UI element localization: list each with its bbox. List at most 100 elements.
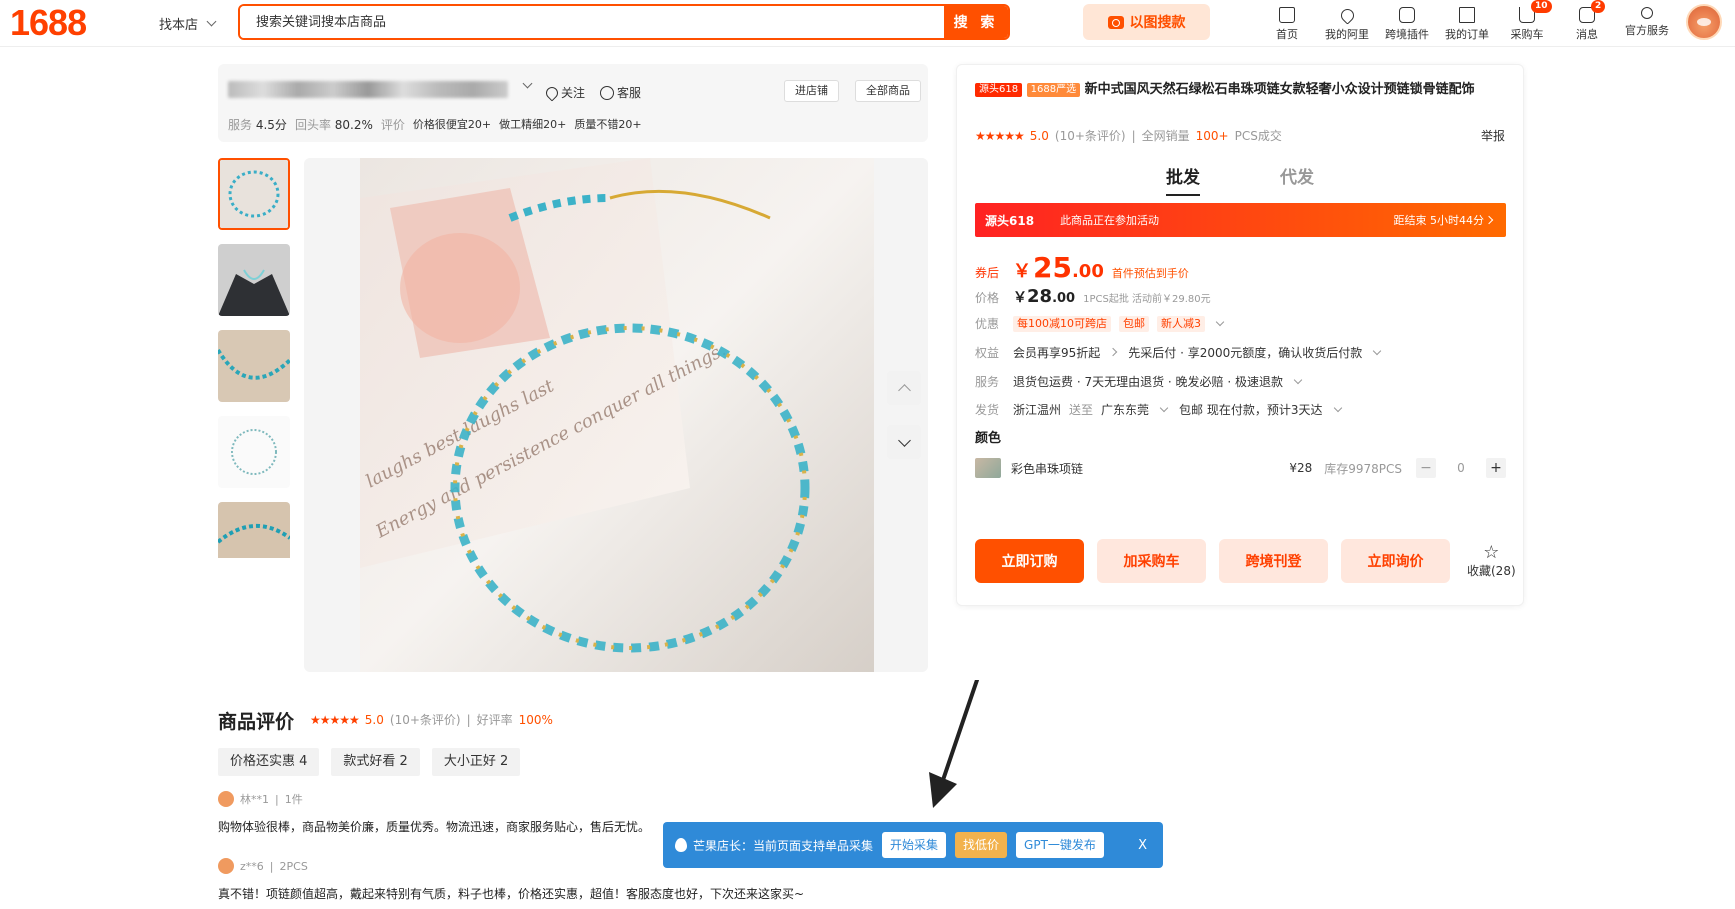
chevron-down-icon[interactable]: [1333, 403, 1342, 413]
product-title: 源头618 1688严选 新中式国风天然石绿松石串珠项链女款轻奢小众设计预链锁骨…: [975, 79, 1505, 101]
avatar[interactable]: [1686, 4, 1722, 40]
coupon-price: ￥25.00: [1013, 251, 1104, 284]
annotation-arrow-icon: [929, 680, 979, 808]
nav-my-ali[interactable]: 我的阿里: [1317, 3, 1377, 42]
image-search-button[interactable]: 以图搜款: [1083, 4, 1210, 40]
rating-score: 5.0: [1029, 128, 1049, 143]
nav-cart[interactable]: 10 采购车: [1497, 0, 1557, 42]
nav-crossborder-plugin[interactable]: 跨境插件: [1377, 3, 1437, 42]
rating-stars-icon: ★★★★★: [975, 128, 1025, 143]
ship-to-select[interactable]: 广东东莞: [1101, 401, 1149, 418]
inquiry-button[interactable]: 立即询价: [1341, 539, 1450, 583]
mango-icon: [675, 838, 687, 852]
review-tag[interactable]: 款式好看 2: [331, 748, 420, 776]
discount-chip[interactable]: 新人减3: [1157, 315, 1205, 332]
report-link[interactable]: 举报: [1481, 127, 1505, 144]
reviews-score: 5.0: [364, 712, 384, 727]
find-shop-dropdown[interactable]: 找本店: [159, 14, 217, 33]
sku-thumbnail[interactable]: [975, 458, 1001, 478]
quantity-increase-button[interactable]: +: [1486, 458, 1506, 478]
nav-official-service[interactable]: 官方服务: [1617, 3, 1677, 42]
nav-my-orders[interactable]: 我的订单: [1437, 3, 1497, 42]
thumbnail-5[interactable]: [218, 502, 290, 574]
product-title-text: 新中式国风天然石绿松石串珠项链女款轻奢小众设计预链锁骨链配饰: [1084, 82, 1475, 97]
divider: |: [275, 792, 279, 806]
shop-info-bar: 关注 客服 进店铺 全部商品 服务 4.5分 回头率 80.2% 评价 价格很便…: [218, 64, 928, 142]
sku-row: 彩色串珠项链 ¥28 库存9978PCS − 0 +: [975, 456, 1506, 480]
star-outline-icon: ☆: [1483, 541, 1500, 563]
ship-to-prefix: 送至: [1069, 403, 1094, 417]
gallery-next-button[interactable]: [887, 425, 921, 459]
follow-button[interactable]: 关注: [543, 84, 585, 101]
quantity-decrease-button[interactable]: −: [1416, 458, 1436, 478]
crossborder-publish-button[interactable]: 跨境刊登: [1219, 539, 1328, 583]
review-tag[interactable]: 大小正好 2: [431, 748, 521, 776]
promo-tag: 源头618: [975, 83, 1023, 97]
service-row: 服务 退货包运费 · 7天无理由退货 · 晚发必赔 · 极速退款: [975, 373, 1305, 390]
review-tag[interactable]: 价格还实惠 4: [218, 748, 320, 776]
thumbnail-3[interactable]: [218, 330, 290, 402]
chevron-down-icon[interactable]: [1215, 317, 1225, 327]
rights-member[interactable]: 会员再享95折起: [1013, 344, 1100, 361]
chevron-down-icon[interactable]: [522, 78, 533, 89]
nav-messages[interactable]: 2 消息: [1557, 0, 1617, 42]
chevron-down-icon[interactable]: [1373, 346, 1382, 356]
nav-crossborder-label: 跨境插件: [1385, 28, 1429, 41]
discount-chip[interactable]: 每100减10可跨店: [1013, 315, 1111, 332]
close-icon[interactable]: X: [1134, 838, 1151, 853]
review-text: 购物体验很棒，商品物美价廉，质量优秀。物流迅速，商家服务贴心，售后无忧。: [218, 820, 651, 834]
chevron-down-icon: [897, 433, 911, 447]
customer-service-button[interactable]: 客服: [600, 84, 641, 101]
smile-icon: [600, 85, 614, 100]
sales-suffix: PCS成交: [1234, 129, 1282, 143]
shop-name-blurred[interactable]: [228, 81, 508, 98]
review-qty: 2PCS: [279, 859, 308, 873]
avatar: [218, 858, 234, 874]
customer-service-label: 客服: [617, 86, 642, 100]
discount-chip[interactable]: 包邮: [1119, 315, 1149, 332]
ship-label: 发货: [975, 403, 1000, 417]
quantity-input[interactable]: 0: [1436, 461, 1486, 475]
chevron-down-icon[interactable]: [1159, 403, 1169, 413]
site-logo[interactable]: 1688: [10, 5, 87, 41]
price-label: 价格: [975, 291, 1000, 305]
gallery-prev-button[interactable]: [887, 371, 921, 405]
all-products-button[interactable]: 全部商品: [855, 80, 921, 102]
nav-home[interactable]: 首页: [1257, 3, 1317, 42]
price-row: 价格 ￥28.00 1PCS起批 活动前￥29.80元: [975, 286, 1211, 307]
divider: |: [466, 712, 471, 727]
find-shop-label: 找本店: [159, 18, 199, 33]
purchase-mode-tabs: 批发 代发: [957, 163, 1523, 196]
search-button[interactable]: 搜 索: [944, 6, 1008, 38]
shop-tag: 价格很便宜20+: [412, 118, 492, 131]
thumbnail-4[interactable]: [218, 416, 290, 488]
service-list[interactable]: 退货包运费 · 7天无理由退货 · 晚发必赔 · 极速退款: [1013, 373, 1283, 390]
shop-tag: 质量不错20+: [574, 118, 642, 131]
nav-messages-label: 消息: [1576, 28, 1598, 41]
start-collect-button[interactable]: 开始采集: [882, 832, 947, 858]
promo-banner[interactable]: 源头618 此商品正在参加活动 距结束 5小时44分: [975, 203, 1506, 237]
tab-dropship[interactable]: 代发: [1280, 163, 1314, 196]
nav-my-ali-label: 我的阿里: [1325, 28, 1369, 41]
top-header: 1688 找本店 搜 索 以图搜款 首页 我的阿里 跨境插件 我的订单 10: [0, 0, 1735, 47]
tab-wholesale[interactable]: 批发: [1166, 163, 1200, 196]
find-low-price-button[interactable]: 找低价: [955, 832, 1008, 858]
rights-paylater[interactable]: 先采后付 · 享2000元额度，确认收货后付款: [1128, 344, 1362, 361]
main-product-image[interactable]: laughs best laughs last Energy and persi…: [304, 158, 928, 672]
order-now-button[interactable]: 立即订购: [975, 539, 1084, 583]
gpt-publish-button[interactable]: GPT一键发布: [1016, 832, 1104, 858]
thumbnail-2[interactable]: [218, 244, 290, 316]
sku-name: 彩色串珠项链: [1011, 461, 1084, 476]
thumbnail-1[interactable]: [218, 158, 290, 230]
chevron-up-icon: [897, 383, 911, 397]
ship-from: 浙江温州: [1013, 403, 1062, 417]
enter-shop-button[interactable]: 进店铺: [784, 80, 839, 102]
chevron-down-icon[interactable]: [1293, 375, 1303, 385]
review-tags: 价格还实惠 4 款式好看 2 大小正好 2: [218, 748, 521, 776]
sales-value: 100+: [1195, 128, 1229, 143]
search-input[interactable]: [240, 6, 944, 38]
rating-count[interactable]: (10+条评价): [1055, 127, 1126, 144]
favorite-button[interactable]: ☆ 收藏(28): [1467, 541, 1516, 579]
review-header: 林**1 | 1件: [218, 791, 650, 807]
add-to-cart-button[interactable]: 加采购车: [1097, 539, 1206, 583]
